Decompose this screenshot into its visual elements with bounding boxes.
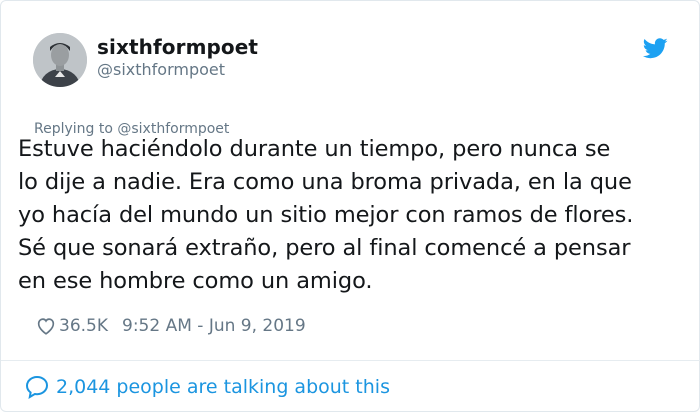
user-handle[interactable]: @sixthformpoet	[97, 60, 225, 79]
twitter-bird-icon[interactable]	[643, 38, 668, 59]
timestamp[interactable]: 9:52 AM - Jun 9, 2019	[122, 316, 306, 336]
tweet-card: sixthformpoet @sixthformpoet Replying to…	[0, 0, 700, 412]
tweet-text-line: lo dije a nadie. Era como una broma priv…	[18, 169, 632, 195]
heart-icon[interactable]	[35, 315, 57, 337]
speech-bubble-icon	[24, 374, 50, 400]
tweet-text-line: Estuve haciéndolo durante un tiempo, per…	[18, 136, 611, 162]
like-count[interactable]: 36.5K	[59, 316, 108, 336]
tweet-meta: 36.5K 9:52 AM - Jun 9, 2019	[35, 313, 306, 339]
tweet-text-line: yo hacía del mundo un sitio mejor con ra…	[18, 202, 634, 228]
conversation-count: 2,044 people are talking about this	[56, 376, 390, 398]
divider	[1, 360, 700, 361]
tweet-text-line: Sé que sonará extraño, pero al final com…	[18, 235, 631, 261]
display-name[interactable]: sixthformpoet	[97, 35, 258, 59]
tweet-text-line: en ese hombre como un amigo.	[18, 268, 373, 294]
tweet-text: Estuve haciéndolo durante un tiempo, per…	[18, 133, 694, 298]
conversation-link[interactable]: 2,044 people are talking about this	[24, 372, 390, 402]
avatar-image	[33, 33, 87, 87]
avatar[interactable]	[33, 33, 87, 87]
